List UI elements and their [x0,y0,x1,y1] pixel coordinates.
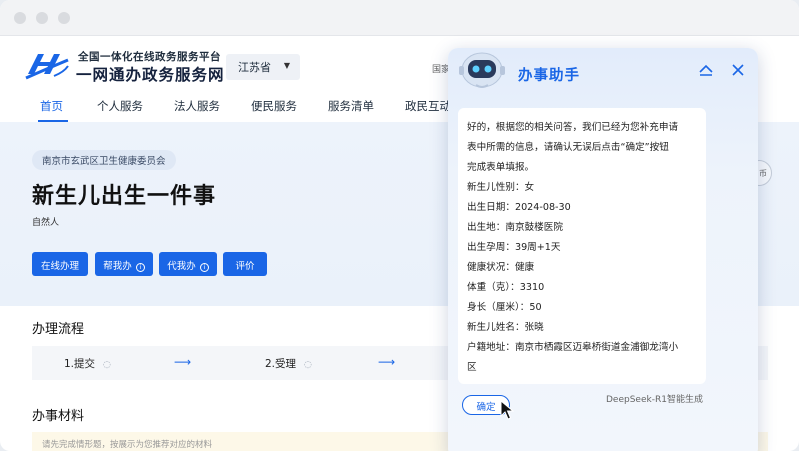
assistant-message: 好的，根据您的相关问答，我们已经为您补充申请 表中所需的信息，请确认无误后点击“… [458,108,706,384]
process-step-accept[interactable]: 2.受理 ◌ [265,356,312,371]
online-apply-label: 在线办理 [40,261,79,272]
proxy-label: 代我办 [167,261,196,272]
browser-window: 全国一体化在线政务服务平台 一网通办政务服务网 江苏省 ▼ 国家 首页 个人服务… [0,0,799,451]
field-birth-place: 出生地：南京鼓楼医院 [467,222,563,233]
arrow-right-icon: ⟶ [174,355,192,369]
service-title: 新生儿出生一件事 [32,184,217,209]
caret-down-icon: ▼ [283,61,290,70]
province-value: 江苏省 [238,61,271,74]
brand-subtitle: 全国一体化在线政务服务平台 [78,51,221,63]
materials-notice-text: 请先完成情形题，按展示为您推荐对应的材料 [42,440,213,450]
field-address-cont: 区 [467,362,477,373]
mouse-pointer-icon [500,400,514,420]
robot-avatar-icon [459,52,505,88]
field-weight: 体重（克）：3310 [467,282,545,293]
info-icon: i [199,263,209,272]
service-subject: 自然人 [32,218,60,228]
field-birth-date: 出生日期：2024-08-30 [467,202,571,213]
browser-chrome [0,0,799,36]
step-label: 1.提交 [64,358,96,370]
window-minimize-dot[interactable] [36,12,48,24]
province-select[interactable]: 江苏省 ▼ [226,54,300,80]
window-close-dot[interactable] [14,12,26,24]
field-gestation: 出生孕周：39周+1天 [467,242,561,253]
process-section-title: 办理流程 [32,322,85,337]
message-intro-line: 好的，根据您的相关问答，我们已经为您补充申请 [467,122,679,133]
info-icon: i [135,263,145,272]
hero-circle-label: 币 [759,169,767,178]
chat-bubble-icon: ◌ [304,360,312,370]
assistant-title: 办事助手 [518,68,580,84]
brand-name: 一网通办政务服务网 [76,66,225,84]
message-intro-line: 表中所需的信息，请确认无误后点击“确定”按钮 [467,142,669,153]
step-label: 2.受理 [265,358,297,370]
nav-item-legal-person[interactable]: 法人服务 [174,98,220,122]
nav-item-personal[interactable]: 个人服务 [97,98,143,122]
chevron-up-icon[interactable] [698,62,714,78]
field-gender: 新生儿性别：女 [467,182,535,193]
help-me-button[interactable]: 帮我办 i [95,252,153,276]
department-tag: 南京市玄武区卫生健康委员会 [32,150,176,170]
nav-item-home[interactable]: 首页 [40,98,63,122]
window-maximize-dot[interactable] [58,12,70,24]
confirm-label: 确定 [476,402,496,413]
rate-label: 评价 [235,261,255,272]
process-step-submit[interactable]: 1.提交 ◌ [64,356,111,371]
field-name: 新生儿姓名：张晓 [467,322,544,333]
nav-item-convenience[interactable]: 便民服务 [251,98,297,122]
online-apply-button[interactable]: 在线办理 [32,252,88,276]
chat-bubble-icon: ◌ [103,360,111,370]
materials-section-title: 办事材料 [32,409,85,424]
nav-item-interaction[interactable]: 政民互动 [405,98,451,122]
message-intro-line: 完成表单填报。 [467,162,535,173]
assistant-panel: 办事助手 好的，根据您的相关问答，我们已经为您补充申请 表中所需的信息，请确认无… [448,48,758,451]
close-icon[interactable] [730,62,746,78]
site-logo-icon[interactable] [24,50,70,82]
field-health: 健康状况：健康 [467,262,535,273]
field-address: 户籍地址：南京市栖霞区迈皋桥街道金浦御龙湾小 [467,342,679,353]
generated-by-label: DeepSeek-R1智能生成 [606,395,703,405]
nav-item-service-list[interactable]: 服务清单 [328,98,374,122]
field-height: 身长（厘米）：50 [467,302,542,313]
help-me-label: 帮我办 [103,261,132,272]
rate-button[interactable]: 评价 [223,252,267,276]
arrow-right-icon: ⟶ [378,355,396,369]
proxy-button[interactable]: 代我办 i [159,252,217,276]
